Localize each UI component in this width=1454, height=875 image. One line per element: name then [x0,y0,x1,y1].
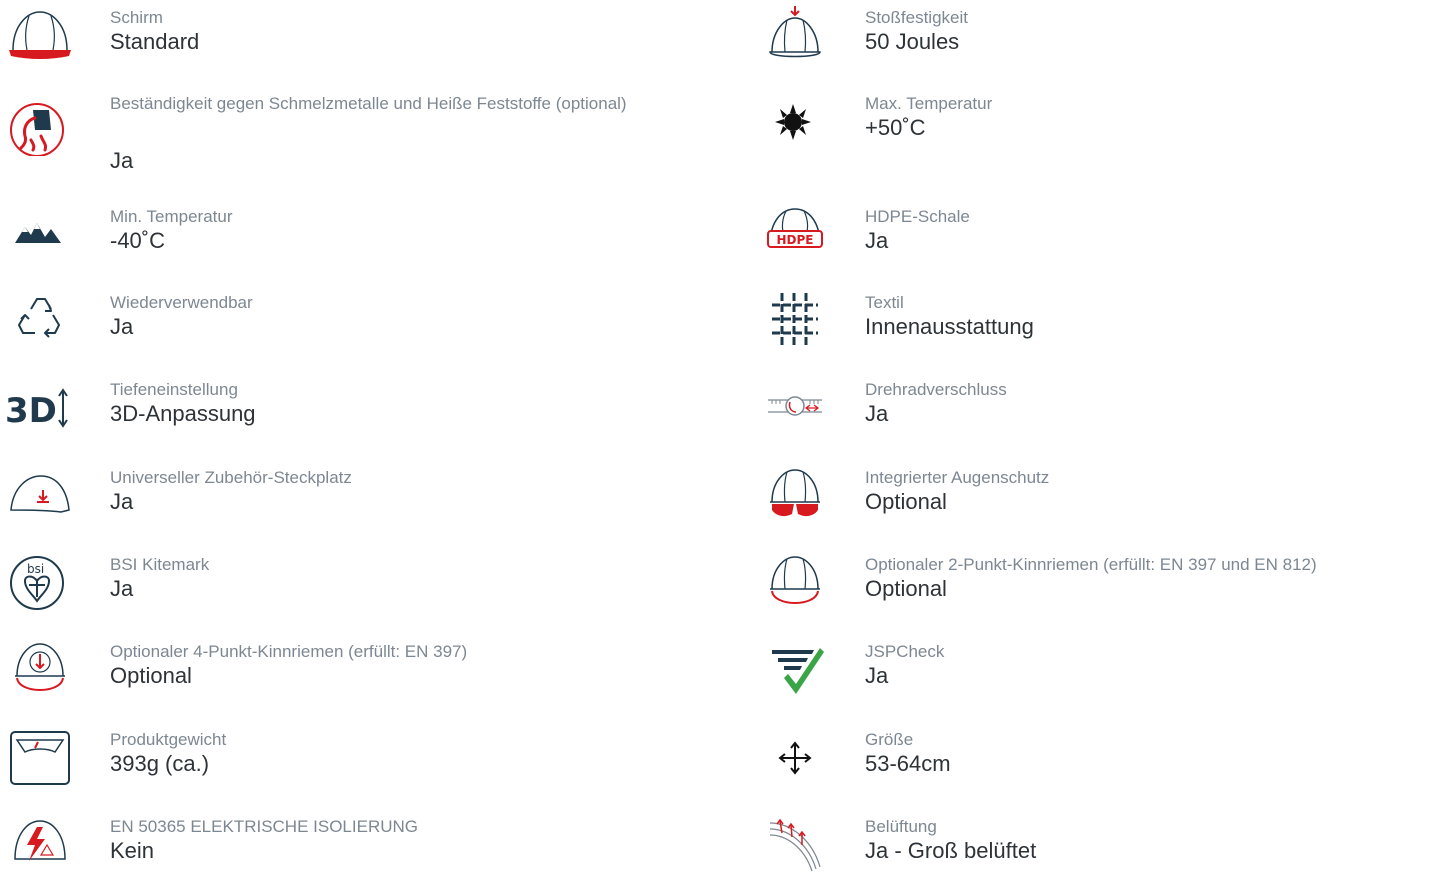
spec-min-temp: Min. Temperatur -40˚C [5,205,705,285]
spec-recyclable: Wiederverwendbar Ja [5,291,705,371]
spec-value: Optional [110,663,192,688]
spec-label: Produktgewicht [110,730,227,749]
wheel-ratchet-icon [760,378,830,438]
spec-value: Ja [865,663,889,688]
ventilation-icon [760,815,830,875]
spec-value: 3D-Anpassung [110,401,256,426]
spec-label: EN 50365 ELEKTRISCHE ISOLIERUNG [110,817,419,836]
spec-value: Standard [110,29,200,54]
spec-value: Optional [865,576,947,601]
spec-impact: Stoßfestigkeit 50 Joules [760,6,1454,86]
spec-label: JSPCheck [865,642,945,661]
spec-hdpe-shell: HDPE HDPE-Schale Ja [760,205,1454,285]
impact-icon [760,6,830,66]
spec-label: Wiederverwendbar [110,293,253,312]
jspcheck-icon [760,640,830,700]
spec-bsi-kitemark: bsi BSI Kitemark Ja [5,553,705,633]
spec-value: 53-64cm [865,751,951,776]
spec-label: Optionaler 2-Punkt-Kinnriemen (erfüllt: … [865,555,1317,574]
spec-value: Ja [110,314,134,339]
spec-chinstrap-2pt: Optionaler 2-Punkt-Kinnriemen (erfüllt: … [760,553,1454,633]
textile-icon [760,291,830,351]
spec-label: Integrierter Augenschutz [865,468,1050,487]
spec-value: -40˚C [110,228,166,253]
spec-max-temp: Max. Temperatur +50˚C [760,92,1454,172]
spec-label: Min. Temperatur [110,207,233,226]
helmet-brim-icon [5,6,75,66]
chinstrap-2pt-icon [760,553,830,613]
spec-value: +50˚C [865,115,926,140]
3d-depth-icon: 3D [5,378,75,438]
spec-value: 393g (ca.) [110,751,210,776]
recycle-icon [5,291,75,351]
svg-text:3D: 3D [5,391,57,431]
spec-value: Kein [110,838,155,863]
spec-value: Ja [110,489,134,514]
spec-label: Stoßfestigkeit [865,8,968,27]
bsi-kitemark-icon: bsi [5,553,75,613]
hdpe-shell-icon: HDPE [760,205,830,265]
svg-text:bsi: bsi [27,562,44,576]
chinstrap-4pt-icon [5,640,75,700]
spec-label: HDPE-Schale [865,207,970,226]
spec-label: Drehradverschluss [865,380,1007,399]
spec-eye-protection: Integrierter Augenschutz Optional [760,466,1454,546]
spec-label: Optionaler 4-Punkt-Kinnriemen (erfüllt: … [110,642,468,661]
spec-value: 50 Joules [865,29,960,54]
spec-label: Schirm [110,8,163,27]
spec-label: Belüftung [865,817,937,836]
spec-value: Ja [865,401,889,426]
electrical-insulation-icon [5,815,75,875]
spec-wheel-ratchet: Drehradverschluss Ja [760,378,1454,458]
spec-value: Ja [110,148,134,173]
weight-scale-icon [5,728,75,788]
spec-label: BSI Kitemark [110,555,210,574]
spec-ventilation: Belüftung Ja - Groß belüftet [760,815,1454,872]
size-arrows-icon [760,728,830,788]
spec-jspcheck: JSPCheck Ja [760,640,1454,720]
spec-electrical-insulation: EN 50365 ELEKTRISCHE ISOLIERUNG Kein [5,815,705,866]
sun-heat-icon [760,96,830,156]
spec-value: Ja - Groß belüftet [865,838,1037,863]
spec-value: Optional [865,489,947,514]
spec-label: Max. Temperatur [865,94,993,113]
spec-label: Beständigkeit gegen Schmelzmetalle und H… [110,94,627,113]
accessory-slot-icon [5,466,75,526]
hdpe-badge-text: HDPE [777,233,814,247]
spec-label: Tiefeneinstellung [110,380,238,399]
spec-value: Innenausstattung [865,314,1034,339]
mountain-cold-icon [5,205,75,265]
spec-accessory-slot: Universeller Zubehör-Steckplatz Ja [5,466,705,546]
molten-metal-icon [5,96,75,156]
spec-label: Universeller Zubehör-Steckplatz [110,468,352,487]
eye-protection-icon [760,466,830,526]
spec-textile: Textil Innenausstattung [760,291,1454,371]
spec-product-weight: Produktgewicht 393g (ca.) [5,728,705,808]
spec-value: Ja [865,228,889,253]
spec-molten-metal: Beständigkeit gegen Schmelzmetalle und H… [5,92,705,182]
spec-value: Ja [110,576,134,601]
spec-label: Größe [865,730,914,749]
spec-schirm: Schirm Standard [5,6,705,86]
spec-size: Größe 53-64cm [760,728,1454,808]
spec-chinstrap-4pt: Optionaler 4-Punkt-Kinnriemen (erfüllt: … [5,640,705,720]
spec-depth-adjust: 3D Tiefeneinstellung 3D-Anpassung [5,378,705,458]
spec-label: Textil [865,293,904,312]
